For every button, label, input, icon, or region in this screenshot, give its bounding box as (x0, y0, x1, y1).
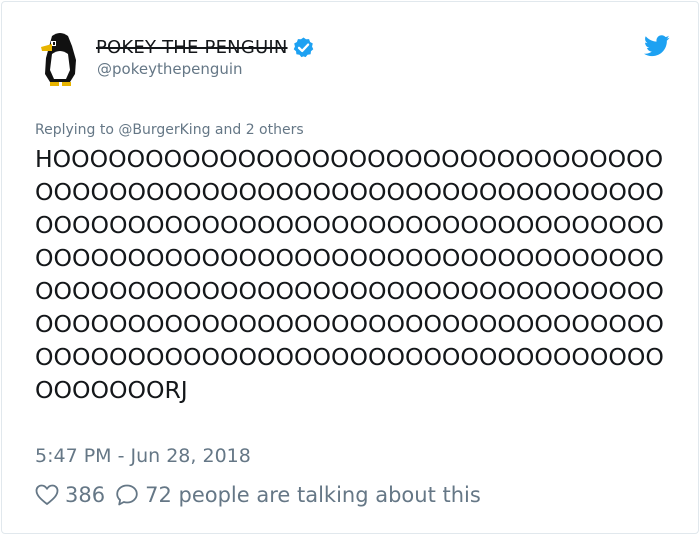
engagement-bar: 386 72 people are talking about this (35, 480, 481, 510)
speech-bubble-icon[interactable] (105, 483, 145, 507)
twitter-bird-icon[interactable] (644, 35, 670, 57)
tweet-timestamp[interactable]: 5:47 PM - Jun 28, 2018 (35, 445, 251, 467)
verified-badge-icon (292, 36, 315, 59)
penguin-avatar-icon (41, 33, 76, 86)
reply-context[interactable]: Replying to @BurgerKing and 2 others (35, 122, 304, 138)
like-count[interactable]: 386 (65, 483, 105, 507)
talking-about-count[interactable]: 72 people are talking about this (145, 483, 481, 507)
tweet-card: POKEY THE PENGUIN @pokeythepenguin Reply… (1, 1, 699, 534)
author-display-name[interactable]: POKEY THE PENGUIN (96, 37, 288, 58)
author-name-row[interactable]: POKEY THE PENGUIN (96, 33, 315, 61)
author-handle[interactable]: @pokeythepenguin (97, 60, 243, 78)
heart-icon[interactable] (35, 483, 65, 507)
tweet-text: HOOOOOOOOOOOOOOOOOOOOOOOOOOOOOOOOOOOOOOO… (35, 145, 664, 404)
avatar[interactable] (38, 30, 82, 88)
